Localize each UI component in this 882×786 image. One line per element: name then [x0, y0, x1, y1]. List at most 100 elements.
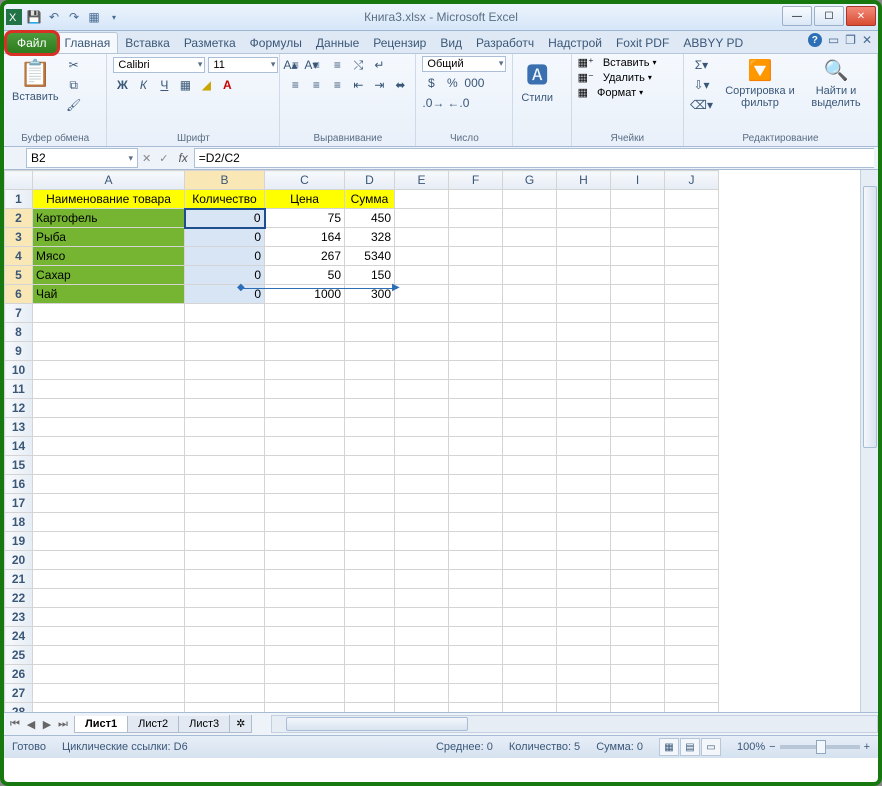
cell[interactable]: [611, 684, 665, 703]
copy-icon[interactable]: ⧉: [65, 76, 83, 94]
cell[interactable]: [345, 627, 395, 646]
cell[interactable]: [265, 418, 345, 437]
cell[interactable]: [611, 570, 665, 589]
cell[interactable]: [449, 380, 503, 399]
sheet-tab[interactable]: Лист3: [178, 716, 230, 733]
cell[interactable]: [345, 703, 395, 713]
cell[interactable]: [345, 418, 395, 437]
minimize-button[interactable]: —: [782, 6, 812, 26]
sort-filter-button[interactable]: 🔽 Сортировка и фильтр: [723, 56, 797, 111]
cell[interactable]: [345, 437, 395, 456]
cell[interactable]: [557, 475, 611, 494]
cell[interactable]: [557, 247, 611, 266]
cell[interactable]: [265, 380, 345, 399]
cell[interactable]: [345, 323, 395, 342]
cell[interactable]: [557, 323, 611, 342]
cell[interactable]: [395, 456, 449, 475]
italic-icon[interactable]: К: [134, 76, 152, 94]
cell[interactable]: [449, 342, 503, 361]
doc-close-icon[interactable]: ✕: [862, 33, 872, 47]
cell[interactable]: [265, 304, 345, 323]
worksheet-grid[interactable]: ABCDEFGHIJ1Наименование товараКоличество…: [4, 170, 878, 712]
cell[interactable]: [557, 608, 611, 627]
cell[interactable]: Наименование товара: [33, 190, 185, 209]
cell[interactable]: [557, 380, 611, 399]
zoom-level[interactable]: 100%: [737, 741, 765, 753]
row-header[interactable]: 6: [5, 285, 33, 304]
cell[interactable]: [449, 304, 503, 323]
ribbon-tab[interactable]: Данные: [309, 33, 366, 53]
cell[interactable]: [503, 684, 557, 703]
ribbon-tab[interactable]: Главная: [57, 32, 119, 53]
cell[interactable]: [665, 323, 719, 342]
cell[interactable]: [557, 209, 611, 228]
ribbon-tab[interactable]: Foxit PDF: [609, 33, 676, 53]
cell[interactable]: [395, 228, 449, 247]
cell[interactable]: [449, 703, 503, 713]
cell[interactable]: [503, 266, 557, 285]
clear-icon[interactable]: ⌫▾: [690, 96, 713, 114]
name-box[interactable]: B2: [26, 148, 138, 168]
column-header[interactable]: B: [185, 171, 265, 190]
cell[interactable]: [503, 627, 557, 646]
cell[interactable]: [185, 399, 265, 418]
cell[interactable]: [503, 323, 557, 342]
cell[interactable]: [449, 570, 503, 589]
orientation-icon[interactable]: ⤭: [349, 56, 367, 74]
cell[interactable]: [395, 323, 449, 342]
cell[interactable]: [265, 361, 345, 380]
cell[interactable]: [395, 646, 449, 665]
cell[interactable]: 164: [265, 228, 345, 247]
cell[interactable]: [449, 399, 503, 418]
cell[interactable]: [557, 228, 611, 247]
cell[interactable]: [265, 494, 345, 513]
font-name-combo[interactable]: Calibri: [113, 57, 205, 73]
cell[interactable]: [665, 551, 719, 570]
cell[interactable]: [265, 703, 345, 713]
cell[interactable]: [265, 570, 345, 589]
cell[interactable]: [33, 323, 185, 342]
cell[interactable]: [503, 380, 557, 399]
cell[interactable]: 300: [345, 285, 395, 304]
cell[interactable]: [665, 209, 719, 228]
cell[interactable]: 267: [265, 247, 345, 266]
cell[interactable]: [345, 665, 395, 684]
column-header[interactable]: F: [449, 171, 503, 190]
cell[interactable]: [265, 646, 345, 665]
decrease-decimal-icon[interactable]: ←.0: [447, 94, 469, 112]
cell[interactable]: [503, 209, 557, 228]
cell[interactable]: [33, 665, 185, 684]
enter-formula-icon[interactable]: ✓: [159, 152, 168, 165]
cell[interactable]: [665, 342, 719, 361]
font-size-combo[interactable]: 11: [208, 57, 278, 73]
cell[interactable]: [449, 665, 503, 684]
view-normal-icon[interactable]: ▦: [659, 738, 679, 756]
cell[interactable]: [449, 513, 503, 532]
cell[interactable]: [185, 551, 265, 570]
ribbon-minimize-icon[interactable]: ▭: [828, 33, 839, 47]
cell[interactable]: [557, 437, 611, 456]
row-header[interactable]: 14: [5, 437, 33, 456]
cell[interactable]: [395, 703, 449, 713]
cell[interactable]: [611, 532, 665, 551]
formula-input[interactable]: =D2/C2: [194, 148, 874, 168]
cell[interactable]: [345, 361, 395, 380]
cell[interactable]: Сумма: [345, 190, 395, 209]
format-painter-icon[interactable]: 🖌: [65, 96, 83, 114]
cell[interactable]: [449, 627, 503, 646]
cell[interactable]: [33, 418, 185, 437]
cell[interactable]: [665, 513, 719, 532]
cell[interactable]: 0: [185, 285, 265, 304]
row-header[interactable]: 20: [5, 551, 33, 570]
cell[interactable]: [557, 551, 611, 570]
cell[interactable]: [395, 361, 449, 380]
cell[interactable]: [395, 418, 449, 437]
cell[interactable]: [503, 703, 557, 713]
cell[interactable]: [265, 456, 345, 475]
cell[interactable]: [265, 532, 345, 551]
decrease-indent-icon[interactable]: ⇤: [349, 76, 367, 94]
cell[interactable]: [611, 646, 665, 665]
cell[interactable]: [449, 551, 503, 570]
cell[interactable]: [557, 190, 611, 209]
cell[interactable]: [395, 475, 449, 494]
